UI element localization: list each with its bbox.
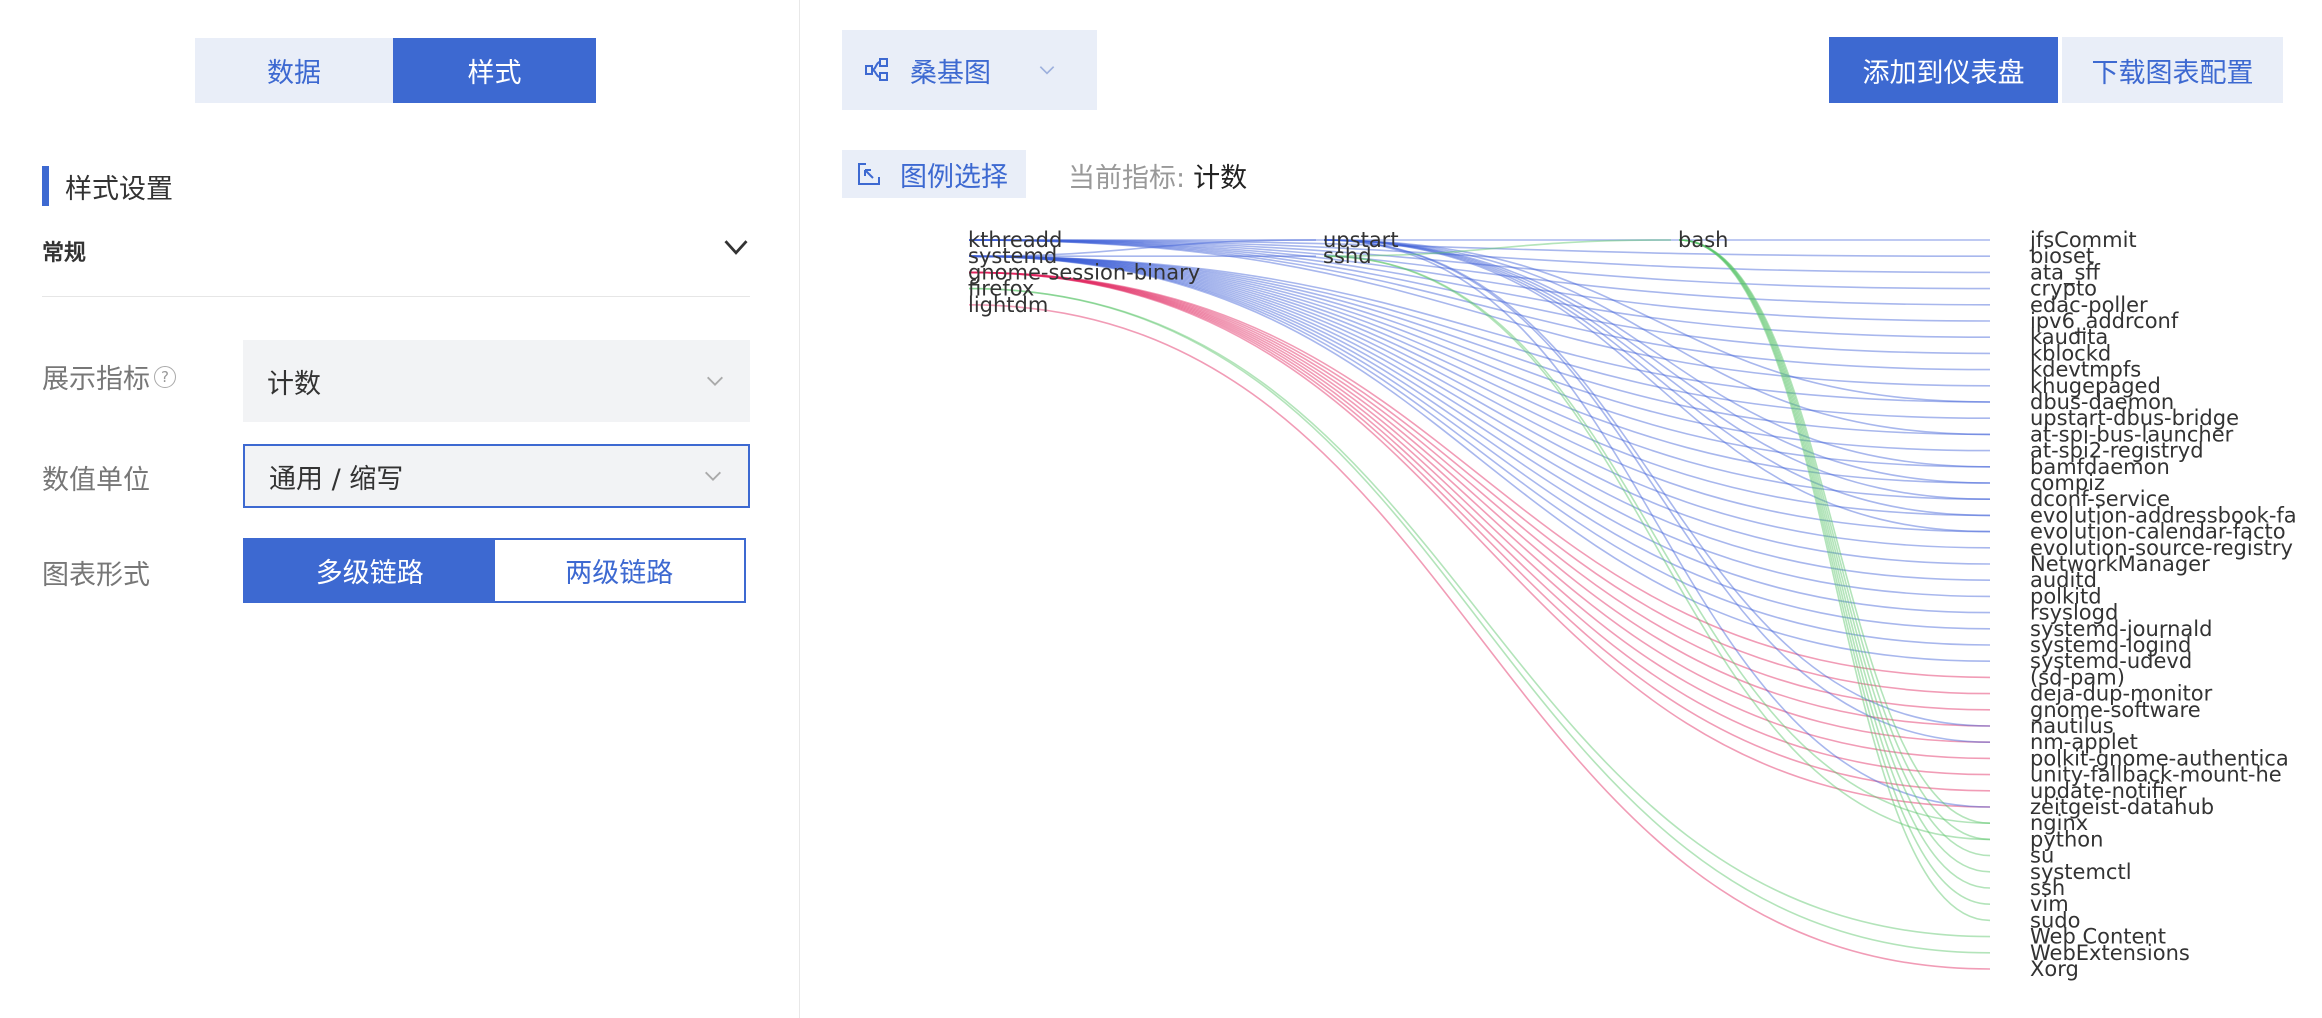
sankey-link [968, 271, 1991, 743]
sankey-node-label: Xorg [2030, 957, 2079, 981]
section-title: 样式设置 [42, 166, 173, 206]
legend-select-button[interactable]: 图例选择 [842, 150, 1026, 198]
sankey-link [968, 271, 1991, 727]
unit-select-value: 通用 / 缩写 [269, 463, 404, 495]
chart-type-select[interactable]: 桑基图 [842, 30, 1097, 110]
section-accent-bar [42, 166, 49, 206]
sankey-link [968, 271, 1991, 695]
current-metric-label: 当前指标: [1068, 163, 1186, 194]
chevron-down-icon[interactable] [722, 233, 750, 261]
multi-level-option[interactable]: 多级链路 [245, 540, 495, 601]
cursor-select-icon [858, 163, 880, 185]
unit-select[interactable]: 通用 / 缩写 [243, 444, 750, 508]
chart-form-toggle: 多级链路 两级链路 [243, 538, 746, 603]
sankey-link [968, 255, 1991, 500]
help-icon[interactable]: ? [154, 365, 176, 388]
sankey-link [1323, 239, 1991, 808]
sankey-link [968, 304, 1991, 970]
chart-type-label: 桑基图 [910, 57, 991, 89]
sankey-link [1678, 239, 1991, 824]
legend-select-label: 图例选择 [900, 161, 1008, 193]
tab-data[interactable]: 数据 [195, 38, 393, 103]
metric-select-value: 计数 [267, 368, 321, 400]
sankey-link [968, 255, 1991, 549]
sankey-icon [865, 58, 888, 81]
unit-label: 数值单位 [42, 465, 150, 496]
sankey-node-label: sshd [1323, 244, 1372, 268]
chart-form-label: 图表形式 [42, 560, 150, 591]
general-collapse[interactable]: 常规 [42, 225, 750, 297]
sankey-link [1323, 239, 1991, 436]
panel-tabs: 数据 样式 [195, 38, 596, 103]
style-panel: 数据 样式 样式设置 常规 展示指标 ? 计数 数值单位 通用 / 缩写 图表形… [0, 0, 800, 1018]
metric-select[interactable]: 计数 [243, 340, 750, 422]
sankey-link [968, 255, 1991, 646]
sankey-link [1678, 239, 1991, 841]
collapse-label: 常规 [42, 241, 87, 266]
sankey-node-label: bash [1678, 228, 1728, 252]
section-title-text: 样式设置 [65, 173, 173, 205]
chevron-down-icon [707, 376, 723, 386]
sankey-link [1678, 239, 1991, 873]
sankey-link [1678, 239, 1991, 857]
download-config-button[interactable]: 下载图表配置 [2062, 37, 2283, 103]
chevron-down-icon [1039, 66, 1055, 75]
sankey-link [1323, 239, 1991, 468]
add-to-dashboard-button[interactable]: 添加到仪表盘 [1829, 37, 2058, 103]
metric-label: 展示指标 ? [42, 357, 176, 396]
sankey-link [1323, 239, 1991, 743]
sankey-chart: kthreaddsystemdgnome-session-binaryfiref… [968, 228, 2297, 981]
sankey-link [968, 271, 1991, 776]
sankey-node-label: lightdm [968, 293, 1048, 317]
two-level-option[interactable]: 两级链路 [494, 540, 744, 601]
current-metric-value: 计数 [1193, 163, 1248, 194]
tab-style[interactable]: 样式 [393, 38, 596, 103]
metric-label-text: 展示指标 [42, 364, 150, 395]
chevron-down-icon [705, 471, 721, 481]
current-metric: 当前指标: 计数 [1068, 156, 1247, 195]
sankey-link [1323, 239, 1991, 533]
